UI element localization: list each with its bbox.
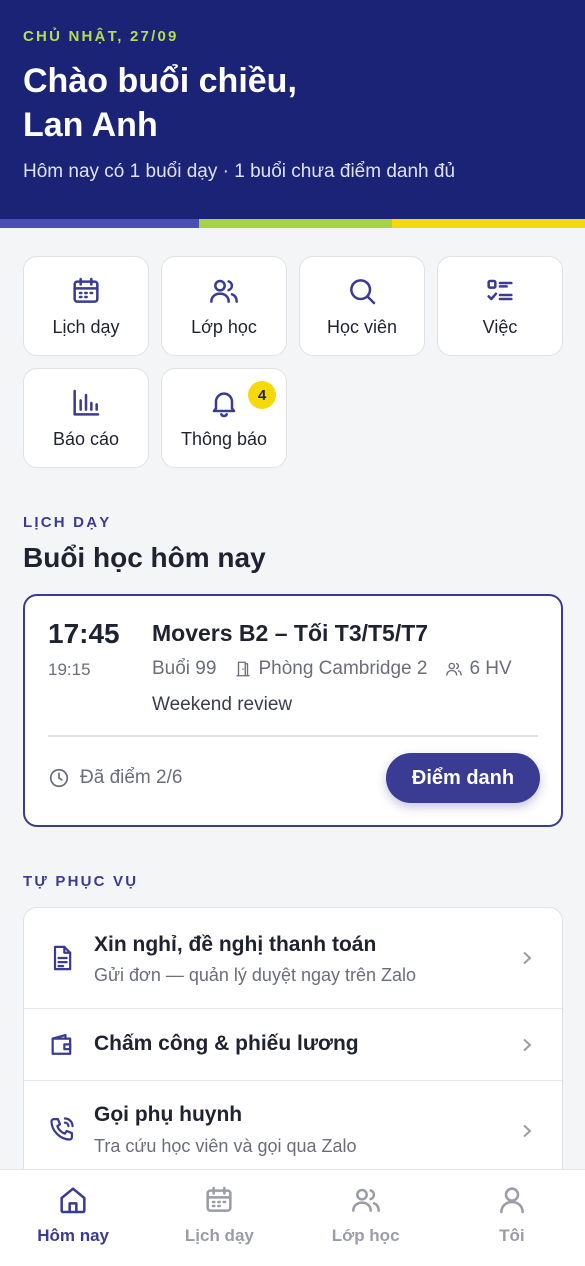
self-service-item-subtitle: Tra cứu học viên và gọi qua Zalo [94, 1136, 357, 1156]
bottom-tab-bar: Hôm nay Lịch dạy Lớp học Tôi [0, 1169, 585, 1266]
day-summary: Hôm nay có 1 buổi dạy · 1 buổi chưa điểm… [23, 161, 456, 182]
session-number: Buổi 99 [152, 658, 217, 679]
tab-label: Tôi [499, 1226, 525, 1245]
quick-action-label: Thông báo [180, 428, 268, 449]
tab-label: Lịch dạy [184, 1226, 254, 1245]
self-service-item-call-parents[interactable]: Gọi phụ huynh Tra cứu học viên và gọi qu… [24, 1081, 562, 1181]
self-service-list: Xin nghỉ, đề nghị thanh toán Gửi đơn — q… [23, 907, 563, 1182]
self-service-item-payroll[interactable]: Chấm công & phiếu lương [24, 1009, 562, 1081]
session-end-time: 19:15 [48, 660, 91, 679]
quick-action-schedule[interactable]: Lịch dạy [23, 256, 149, 356]
card-divider [48, 735, 538, 737]
phone-icon [50, 1117, 74, 1141]
users-icon [446, 662, 463, 676]
self-service-item-title: Gọi phụ huynh [94, 1103, 243, 1126]
users-icon [351, 1188, 380, 1212]
session-note: Weekend review [152, 694, 293, 715]
tab-label: Hôm nay [37, 1226, 110, 1245]
calendar-icon [206, 1186, 232, 1212]
self-service-item-leave-request[interactable]: Xin nghỉ, đề nghị thanh toán Gửi đơn — q… [24, 908, 562, 1009]
schedule-section-title: Buổi học hôm nay [23, 542, 266, 573]
notification-count-badge: 4 [248, 381, 276, 409]
quick-action-notifications[interactable]: Thông báo 4 [161, 368, 287, 468]
session-card[interactable]: 17:45 19:15 Movers B2 – Tối T3/T5/T7 Buổ… [23, 594, 563, 827]
document-icon [53, 945, 72, 971]
home-icon [60, 1187, 86, 1214]
users-icon [210, 279, 238, 303]
take-attendance-button[interactable]: Điểm danh [386, 753, 540, 803]
attendance-status-text: Đã điểm 2/6 [80, 767, 183, 788]
session-room: Phòng Cambridge 2 [258, 658, 428, 679]
person-icon [499, 1187, 524, 1214]
tab-classes[interactable]: Lớp học [293, 1170, 439, 1266]
chevron-right-icon [523, 1124, 532, 1138]
quick-action-students[interactable]: Học viên [299, 256, 425, 356]
wallet-icon [51, 1033, 72, 1055]
session-start-time: 17:45 [48, 618, 120, 649]
quick-action-tasks[interactable]: Việc [437, 256, 563, 356]
calendar-icon [73, 277, 99, 303]
tab-schedule[interactable]: Lịch dạy [146, 1170, 292, 1266]
session-student-count: 6 HV [469, 658, 512, 679]
session-meta: Buổi 99 Phòng Cambridge 2 6 HV [152, 658, 512, 680]
greeting-title: Chào buổi chiều, Lan Anh [23, 62, 297, 144]
bell-icon [212, 391, 236, 417]
clock-icon [49, 768, 69, 788]
quick-action-reports[interactable]: Báo cáo [23, 368, 149, 468]
quick-action-label: Việc [482, 316, 518, 337]
search-icon [350, 278, 376, 304]
session-class-title: Movers B2 – Tối T3/T5/T7 [152, 620, 429, 646]
greeting-header: CHỦ NHẬT, 27/09 Chào buổi chiều, Lan Anh… [0, 0, 585, 228]
tab-me[interactable]: Tôi [439, 1170, 585, 1266]
quick-action-label: Lịch dạy [52, 316, 120, 337]
chevron-right-icon [523, 951, 532, 965]
tab-label: Lớp học [331, 1226, 400, 1245]
self-service-item-subtitle: Gửi đơn — quản lý duyệt ngay trên Zalo [94, 965, 417, 985]
schedule-section-label: LỊCH DẠY [23, 514, 112, 531]
quick-action-label: Lớp học [191, 316, 257, 337]
bar-chart-icon [73, 389, 100, 416]
self-service-item-title: Chấm công & phiếu lương [94, 1032, 359, 1055]
brand-stripe [0, 219, 585, 228]
self-service-item-title: Xin nghỉ, đề nghị thanh toán [94, 933, 377, 956]
tab-today[interactable]: Hôm nay [0, 1170, 146, 1266]
checklist-icon [487, 279, 513, 300]
chevron-right-icon [523, 1038, 532, 1052]
attendance-status: Đã điểm 2/6 [48, 767, 182, 789]
date-label: CHỦ NHẬT, 27/09 [23, 28, 179, 45]
quick-action-label: Báo cáo [52, 428, 120, 449]
door-icon [236, 661, 251, 677]
self-service-section-label: TỰ PHỤC VỤ [23, 873, 139, 890]
quick-action-label: Học viên [326, 316, 398, 337]
quick-action-classes[interactable]: Lớp học [161, 256, 287, 356]
